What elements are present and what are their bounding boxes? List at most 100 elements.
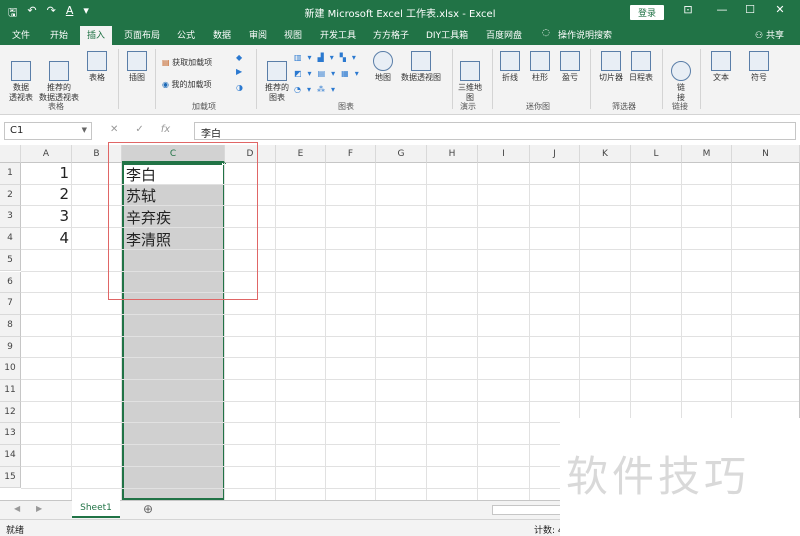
- recommended-pivot-button[interactable]: 推荐的 数据透视表: [36, 51, 82, 103]
- row-header-7[interactable]: 7: [0, 293, 21, 315]
- row-gridline: [21, 357, 800, 359]
- sheet-prev-icon[interactable]: ◀: [14, 504, 20, 513]
- cell-A1[interactable]: 1: [19, 164, 69, 182]
- pivot-table-icon: [11, 61, 31, 81]
- visio-icon[interactable]: ◆: [236, 53, 242, 62]
- ribbon-display-icon[interactable]: ⊡: [678, 3, 698, 16]
- cell-A3[interactable]: 3: [19, 207, 69, 225]
- chart-type-icons-row3[interactable]: ◔▾⁂▾: [294, 85, 341, 94]
- tab-home[interactable]: 开始: [50, 28, 68, 41]
- share-button[interactable]: ⚇ 共享: [755, 28, 784, 41]
- ribbon-separator: [452, 49, 453, 109]
- tab-developer[interactable]: 开发工具: [320, 28, 356, 41]
- link-button[interactable]: 链 接: [668, 51, 694, 103]
- tab-baidu-netdisk[interactable]: 百度网盘: [486, 28, 522, 41]
- timeline-button[interactable]: 日程表: [626, 51, 656, 83]
- tab-insert[interactable]: 插入: [80, 26, 113, 45]
- row-header-9[interactable]: 9: [0, 336, 21, 359]
- globe-icon: [373, 51, 393, 71]
- chevron-down-icon[interactable]: ▼: [82, 126, 87, 134]
- tab-page-layout[interactable]: 页面布局: [124, 28, 160, 41]
- sparkline-line-icon: [500, 51, 520, 71]
- sparkline-line-button[interactable]: 折线: [498, 51, 522, 83]
- column-header-e[interactable]: E: [276, 145, 326, 163]
- row-header-11[interactable]: 11: [0, 380, 21, 402]
- illustrations-button[interactable]: 插图: [122, 51, 152, 83]
- cell-A4[interactable]: 4: [19, 229, 69, 247]
- row-header-14[interactable]: 14: [0, 445, 21, 467]
- slicer-button[interactable]: 切片器: [596, 51, 626, 83]
- tab-review[interactable]: 审阅: [249, 28, 267, 41]
- cancel-icon[interactable]: ✕: [110, 124, 118, 135]
- column-gridline: [477, 163, 478, 500]
- row-header-4[interactable]: 4: [0, 228, 21, 250]
- name-box[interactable]: C1 ▼: [4, 122, 92, 140]
- row-header-8[interactable]: 8: [0, 314, 21, 337]
- login-button[interactable]: 登录: [630, 5, 665, 20]
- column-gridline: [275, 163, 276, 500]
- column-header-k[interactable]: K: [580, 145, 631, 163]
- column-header-m[interactable]: M: [682, 145, 732, 163]
- sheet-tab-sheet1[interactable]: Sheet1: [72, 500, 120, 518]
- 3d-map-button[interactable]: 三维地 图: [455, 51, 485, 103]
- minimize-button[interactable]: —: [712, 3, 732, 16]
- sparkline-winloss-button[interactable]: 盈亏: [558, 51, 582, 83]
- column-header-a[interactable]: A: [21, 145, 72, 163]
- tab-view[interactable]: 视图: [284, 28, 302, 41]
- lightbulb-icon: ◌: [542, 28, 550, 38]
- insert-function-icon[interactable]: fx: [161, 124, 170, 135]
- tab-file[interactable]: 文件: [12, 28, 30, 41]
- table-button[interactable]: 表格: [84, 51, 110, 83]
- tab-diy-toolbox[interactable]: DIY工具箱: [426, 28, 468, 41]
- tab-fangfang[interactable]: 方方格子: [373, 28, 409, 41]
- text-button[interactable]: 文本: [706, 51, 736, 83]
- row-header-3[interactable]: 3: [0, 206, 21, 229]
- tell-me-search[interactable]: 操作说明搜索: [558, 28, 612, 41]
- column-header-i[interactable]: I: [478, 145, 530, 163]
- row-header-5[interactable]: 5: [0, 249, 21, 272]
- row-header-15[interactable]: 15: [0, 466, 21, 489]
- column-header-l[interactable]: L: [631, 145, 682, 163]
- row-header-2[interactable]: 2: [0, 184, 21, 207]
- my-addins-button[interactable]: ◉ 我的加载项: [162, 79, 212, 90]
- column-header-n[interactable]: N: [732, 145, 800, 163]
- column-header-j[interactable]: J: [530, 145, 580, 163]
- map-chart-button[interactable]: 地图: [370, 51, 396, 83]
- pivot-chart-button[interactable]: 数据透视图: [398, 51, 444, 83]
- row-gridline: [21, 379, 800, 380]
- store-icon: ▤: [162, 58, 173, 67]
- recommended-charts-button[interactable]: 推荐的 图表: [262, 51, 292, 103]
- row-header-10[interactable]: 10: [0, 358, 21, 380]
- column-header-f[interactable]: F: [326, 145, 376, 163]
- cell-A2[interactable]: 2: [19, 185, 69, 203]
- row-header-12[interactable]: 12: [0, 401, 21, 424]
- enter-icon[interactable]: ✓: [135, 124, 143, 135]
- group-filters-label: 筛选器: [612, 102, 636, 111]
- people-icon[interactable]: ◑: [236, 83, 243, 92]
- select-all-corner[interactable]: [0, 145, 21, 163]
- formula-input[interactable]: 李白: [194, 122, 796, 140]
- symbol-button[interactable]: 符号: [744, 51, 774, 83]
- horizontal-scrollbar[interactable]: [492, 505, 562, 515]
- sheet-next-icon[interactable]: ▶: [36, 504, 42, 513]
- add-sheet-icon[interactable]: ⊕: [143, 502, 153, 516]
- row-header-1[interactable]: 1: [0, 163, 21, 185]
- close-button[interactable]: ✕: [770, 3, 790, 16]
- group-addins-label: 加载项: [192, 102, 216, 111]
- group-sparklines-label: 迷你图: [526, 102, 550, 111]
- tab-formulas[interactable]: 公式: [177, 28, 195, 41]
- ribbon-separator: [590, 49, 591, 109]
- get-addins-button[interactable]: ▤ 获取加载项: [162, 57, 212, 68]
- tab-data[interactable]: 数据: [213, 28, 231, 41]
- column-header-h[interactable]: H: [427, 145, 478, 163]
- column-header-g[interactable]: G: [376, 145, 427, 163]
- table-icon: [87, 51, 107, 71]
- bing-icon[interactable]: ▶: [236, 67, 242, 76]
- row-header-6[interactable]: 6: [0, 271, 21, 294]
- restore-button[interactable]: ☐: [740, 3, 760, 16]
- sparkline-column-button[interactable]: 柱形: [528, 51, 552, 83]
- pivot-table-button[interactable]: 数据 透视表: [4, 51, 38, 103]
- row-header-13[interactable]: 13: [0, 423, 21, 446]
- chart-type-icons-row2[interactable]: ◩▾▤▾▦▾: [294, 69, 365, 78]
- chart-type-icons-row1[interactable]: ▥▾▟▾▚▾: [294, 53, 362, 62]
